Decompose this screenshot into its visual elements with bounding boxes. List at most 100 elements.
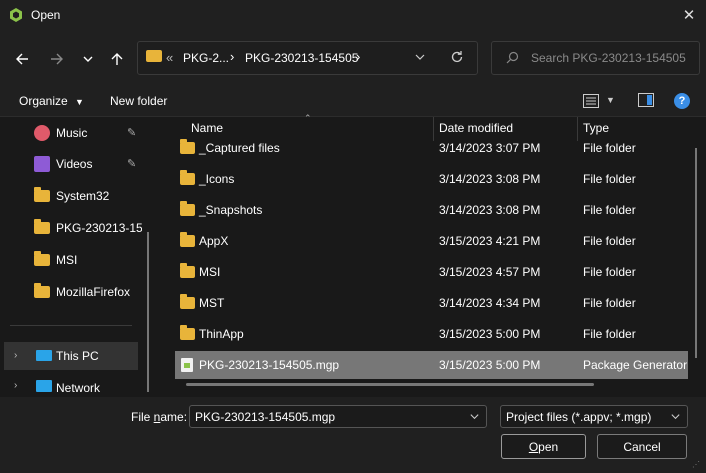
sidebar-item-label: MSI — [56, 253, 78, 267]
app-icon — [10, 8, 22, 22]
file-type: Package Generator — [583, 358, 688, 372]
preview-pane-icon[interactable] — [638, 93, 654, 110]
file-name: PKG-230213-154505.mgp — [199, 358, 340, 372]
sidebar-item-pkg[interactable]: PKG-230213-154505 — [0, 214, 150, 242]
list-item[interactable]: MSI 3/15/2023 4:57 PM File folder — [175, 258, 688, 286]
column-header-type[interactable]: Type — [583, 121, 609, 135]
sidebar-item-label: MozillaFirefox — [56, 285, 131, 299]
search-placeholder: Search PKG-230213-154505 — [531, 51, 686, 65]
forward-arrow-icon[interactable] — [46, 48, 68, 70]
file-name: _Captured files — [199, 141, 280, 155]
sort-ascending-icon: ⌃ — [304, 113, 312, 123]
list-item[interactable]: _Icons 3/14/2023 3:08 PM File folder — [175, 165, 688, 193]
file-type: File folder — [583, 265, 636, 279]
file-name-field[interactable]: PKG-230213-154505.mgp — [189, 405, 487, 428]
list-item[interactable]: MST 3/14/2023 4:34 PM File folder — [175, 289, 688, 317]
column-header-name[interactable]: Name — [191, 121, 223, 135]
sidebar-item-network[interactable]: › Network — [4, 374, 138, 396]
list-item-selected[interactable]: PKG-230213-154505.mgp 3/15/2023 5:00 PM … — [175, 351, 688, 379]
address-dropdown-icon[interactable] — [414, 51, 426, 66]
pin-icon: ✎ — [127, 158, 137, 170]
file-type-filter-value: Project files (*.appv; *.mgp) — [506, 410, 652, 424]
file-date: 3/14/2023 3:08 PM — [439, 172, 541, 186]
close-icon[interactable]: ✕ — [676, 3, 702, 27]
list-item[interactable]: _Captured files 3/14/2023 3:07 PM File f… — [175, 134, 688, 162]
file-name-value: PKG-230213-154505.mgp — [195, 410, 336, 424]
expand-chevron-icon[interactable]: › — [14, 350, 17, 361]
videos-icon — [34, 156, 50, 172]
folder-icon — [180, 325, 195, 340]
file-date: 3/15/2023 4:57 PM — [439, 265, 541, 279]
window-title: Open — [31, 8, 61, 22]
sidebar-item-label: This PC — [56, 349, 99, 363]
folder-icon — [180, 170, 195, 185]
list-item[interactable]: _Snapshots 3/14/2023 3:08 PM File folder — [175, 196, 688, 224]
file-type: File folder — [583, 141, 636, 155]
address-overflow[interactable]: « — [166, 50, 173, 65]
file-name: MSI — [199, 265, 221, 279]
folder-icon — [180, 139, 195, 154]
file-name: _Snapshots — [199, 203, 263, 217]
expand-chevron-icon[interactable]: › — [14, 380, 17, 391]
cancel-button[interactable]: Cancel — [597, 434, 687, 459]
view-options-icon[interactable] — [583, 94, 599, 111]
file-date: 3/14/2023 4:34 PM — [439, 296, 541, 310]
resize-grip-icon[interactable]: ⋰ — [692, 460, 700, 469]
list-vertical-scrollbar[interactable] — [695, 148, 697, 358]
new-folder-button[interactable]: New folder — [110, 94, 167, 108]
help-icon[interactable]: ? — [674, 93, 690, 109]
file-date: 3/14/2023 3:07 PM — [439, 141, 541, 155]
folder-icon — [34, 283, 50, 298]
breadcrumb-separator-icon[interactable]: › — [356, 49, 360, 64]
folder-icon — [146, 50, 162, 62]
file-type: File folder — [583, 296, 636, 310]
file-type: File folder — [583, 203, 636, 217]
sidebar-item-label: PKG-230213-154505 — [56, 221, 142, 235]
list-item[interactable]: ThinApp 3/15/2023 5:00 PM File folder — [175, 320, 688, 348]
sidebar-scrollbar[interactable] — [147, 232, 149, 392]
music-icon — [34, 125, 50, 141]
pin-icon: ✎ — [127, 127, 137, 139]
column-header-date-modified[interactable]: Date modified — [439, 121, 513, 135]
sidebar-item-system32[interactable]: System32 — [0, 182, 150, 210]
file-type: File folder — [583, 172, 636, 186]
file-name-label: File name: — [131, 410, 188, 424]
title-bar — [0, 0, 706, 30]
chevron-down-icon[interactable] — [469, 411, 480, 425]
organize-button[interactable]: Organize ▼ — [19, 94, 84, 108]
computer-icon — [36, 350, 52, 361]
sidebar-item-label: System32 — [56, 189, 110, 203]
list-horizontal-scrollbar[interactable] — [186, 383, 594, 386]
open-button[interactable]: Open — [501, 434, 586, 459]
file-name: _Icons — [199, 172, 235, 186]
sidebar-item-videos[interactable]: Videos ✎ — [0, 150, 150, 178]
view-dropdown-icon[interactable]: ▼ — [606, 95, 615, 105]
breadcrumb-segment[interactable]: PKG-2... — [183, 51, 229, 65]
chevron-down-icon[interactable] — [670, 411, 681, 425]
file-name: AppX — [199, 234, 229, 248]
file-date: 3/15/2023 5:00 PM — [439, 358, 541, 372]
organize-label: Organize — [19, 94, 68, 108]
list-item[interactable]: AppX 3/15/2023 4:21 PM File folder — [175, 227, 688, 255]
up-arrow-icon[interactable] — [106, 48, 128, 70]
file-type: File folder — [583, 327, 636, 341]
sidebar-item-music[interactable]: Music ✎ — [0, 119, 150, 147]
file-type-filter[interactable]: Project files (*.appv; *.mgp) — [500, 405, 688, 428]
dropdown-arrow-icon: ▼ — [75, 97, 84, 107]
sidebar-item-this-pc[interactable]: › This PC — [4, 342, 138, 370]
file-name: ThinApp — [199, 327, 244, 341]
breadcrumb-segment[interactable]: PKG-230213-154505 — [245, 51, 358, 65]
search-icon — [506, 51, 519, 67]
breadcrumb-separator-icon[interactable]: › — [230, 49, 234, 64]
sidebar-item-label: Network — [56, 381, 101, 395]
refresh-icon[interactable] — [450, 50, 464, 67]
folder-icon — [34, 187, 50, 202]
sidebar-item-msi[interactable]: MSI — [0, 246, 150, 274]
file-type: File folder — [583, 234, 636, 248]
network-icon — [36, 380, 52, 392]
file-date: 3/15/2023 5:00 PM — [439, 327, 541, 341]
back-arrow-icon[interactable] — [11, 48, 33, 70]
folder-icon — [180, 294, 195, 309]
sidebar-item-mozillafirefox[interactable]: MozillaFirefox — [0, 278, 150, 306]
recent-locations-chevron-icon[interactable] — [77, 48, 99, 70]
